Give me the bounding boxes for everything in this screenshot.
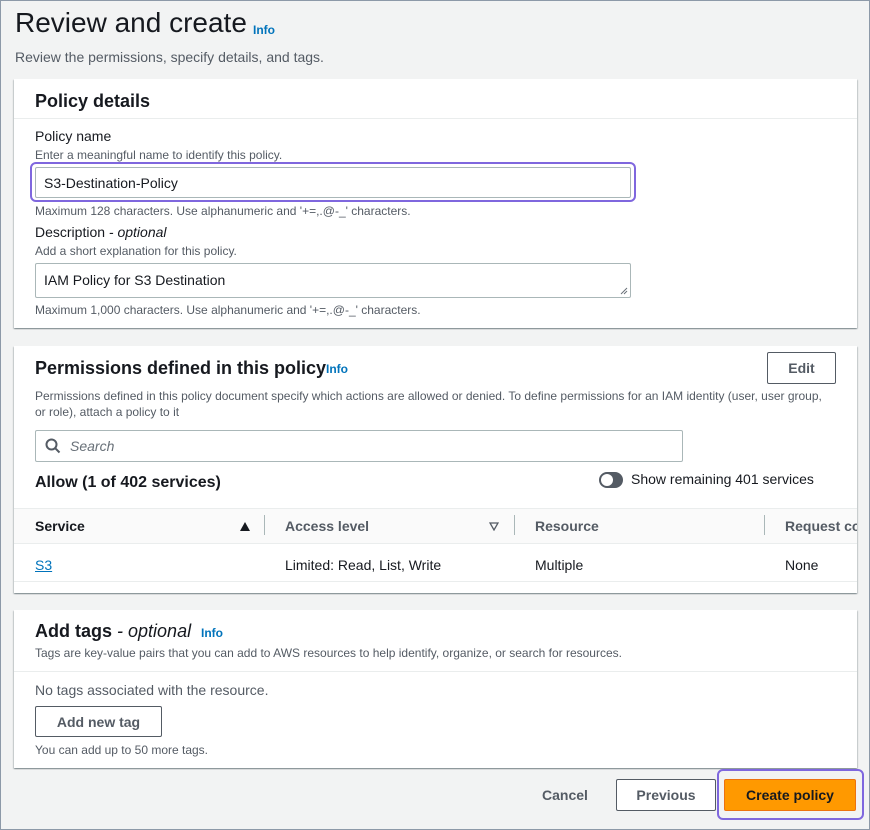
resource-cell: Multiple [535,557,584,573]
description-label: Description - optional [35,224,167,240]
permissions-table-header: Service Access level Resource Request co [14,508,857,544]
tags-header: Add tags - optional Info Tags are key-va… [14,610,857,672]
policy-name-label: Policy name [35,128,112,144]
column-resource[interactable]: Resource [535,518,599,534]
policy-details-header: Policy details [14,79,857,119]
policy-name-input[interactable]: S3-Destination-Policy [35,167,631,198]
table-row: S3 Limited: Read, List, Write Multiple N… [14,545,857,582]
tags-title: Add tags - optional [35,621,191,642]
show-remaining-label: Show remaining 401 services [631,471,814,487]
allow-heading: Allow (1 of 402 services) [35,474,221,491]
tags-description: Tags are key-value pairs that you can ad… [35,646,622,660]
description-textarea[interactable]: IAM Policy for S3 Destination [35,263,631,298]
previous-button[interactable]: Previous [616,779,716,811]
cancel-button[interactable]: Cancel [542,787,588,803]
sort-ascending-icon[interactable] [240,522,250,531]
add-new-tag-button[interactable]: Add new tag [35,706,162,737]
resize-grip-icon[interactable] [620,287,628,295]
request-conditions-cell: None [785,557,819,573]
search-placeholder: Search [70,438,115,454]
tags-limit-text: You can add up to 50 more tags. [35,743,209,757]
policy-name-value: S3-Destination-Policy [44,174,178,191]
description-optional: - optional [108,224,167,240]
page-info-link[interactable]: Info [253,23,275,37]
permissions-panel: Permissions defined in this policy Info … [14,346,857,593]
permissions-description: Permissions defined in this policy docum… [35,389,822,419]
access-level-cell: Limited: Read, List, Write [285,557,442,573]
permissions-info-link[interactable]: Info [326,362,348,376]
policy-name-constraint: Maximum 128 characters. Use alphanumeric… [35,204,411,218]
description-label-text: Description [35,224,106,240]
description-constraint: Maximum 1,000 characters. Use alphanumer… [35,303,421,317]
permissions-title: Permissions defined in this policy [35,358,327,378]
description-value: IAM Policy for S3 Destination [44,272,226,288]
tags-optional: - optional [117,621,192,641]
column-access-level[interactable]: Access level [285,518,369,534]
description-help: Add a short explanation for this policy. [35,244,237,258]
tags-panel: Add tags - optional Info Tags are key-va… [14,610,857,768]
edit-button[interactable]: Edit [767,352,836,384]
column-divider[interactable] [764,515,765,535]
column-request-conditions[interactable]: Request co [785,518,857,534]
page-title: Review and create [15,7,247,38]
search-icon [45,438,61,454]
column-divider[interactable] [514,515,515,535]
toggle-knob [601,474,613,486]
permissions-search-input[interactable]: Search [35,430,683,462]
show-remaining-toggle[interactable] [599,472,623,488]
sort-descending-icon[interactable] [489,522,499,531]
policy-details-panel: Policy details Policy name Enter a meani… [14,79,857,328]
tags-info-link[interactable]: Info [201,626,223,640]
policy-details-title: Policy details [35,91,151,111]
tags-title-text: Add tags [35,621,113,641]
policy-name-description: Enter a meaningful name to identify this… [35,148,283,162]
page-subtitle: Review the permissions, specify details,… [15,49,324,65]
create-policy-button[interactable]: Create policy [724,779,856,811]
column-divider[interactable] [264,515,265,535]
column-service[interactable]: Service [35,518,85,534]
no-tags-text: No tags associated with the resource. [35,682,269,698]
service-link-s3[interactable]: S3 [35,557,52,573]
